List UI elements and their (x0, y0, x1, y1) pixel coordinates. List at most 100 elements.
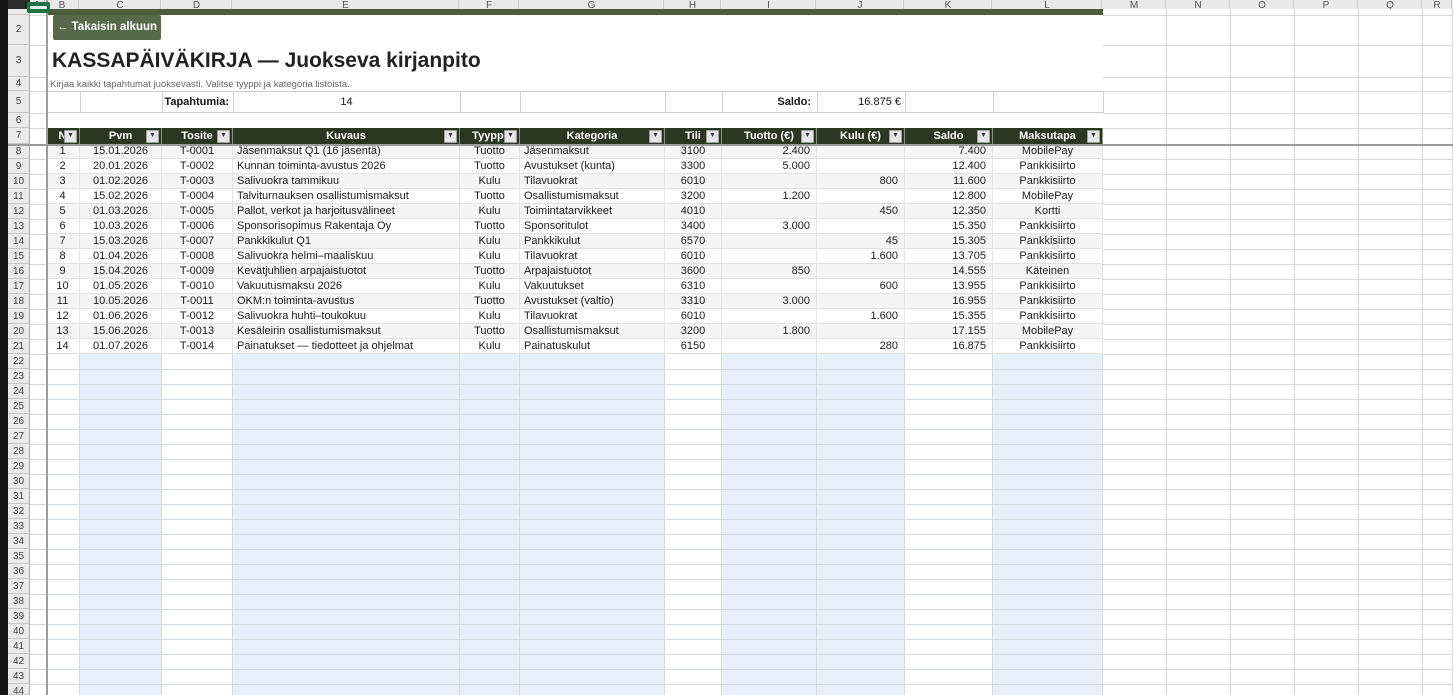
cell[interactable] (722, 249, 817, 264)
cell[interactable] (817, 264, 905, 279)
column-letter-I[interactable]: I (722, 0, 816, 9)
column-header-saldo[interactable]: Saldo▼ (905, 128, 993, 144)
cell[interactable]: 1.600 (817, 309, 905, 324)
cell[interactable]: Tuotto (460, 264, 520, 279)
row-header-6[interactable]: 6 (8, 113, 30, 128)
empty-cells-column-E[interactable] (233, 354, 460, 695)
cell[interactable]: 2 (46, 159, 80, 174)
filter-dropdown-icon[interactable]: ▼ (504, 130, 517, 143)
cell[interactable]: 6010 (665, 249, 722, 264)
row-header-37[interactable]: 37 (8, 579, 30, 594)
cell[interactable]: Kunnan toiminta-avustus 2026 (233, 159, 460, 174)
filter-dropdown-icon[interactable]: ▼ (217, 130, 230, 143)
cell[interactable]: T-0001 (162, 144, 233, 159)
cell[interactable]: 01.04.2026 (80, 249, 162, 264)
cell[interactable]: 4 (46, 189, 80, 204)
cell[interactable]: 850 (722, 264, 817, 279)
summary-cell-K[interactable] (905, 91, 994, 113)
column-letter-L[interactable]: L (993, 0, 1102, 9)
column-letter-J[interactable]: J (817, 0, 904, 9)
cell[interactable]: T-0009 (162, 264, 233, 279)
cell[interactable]: Käteinen (993, 264, 1103, 279)
cell[interactable]: Kulu (460, 279, 520, 294)
row-header-11[interactable]: 11 (8, 189, 30, 204)
cell[interactable]: T-0004 (162, 189, 233, 204)
cell[interactable]: MobilePay (993, 324, 1103, 339)
row-header-12[interactable]: 12 (8, 204, 30, 219)
cell[interactable]: T-0006 (162, 219, 233, 234)
cell[interactable]: Pankkisiirto (993, 234, 1103, 249)
cell[interactable]: Sponsoritulot (520, 219, 665, 234)
cell[interactable]: 13.955 (905, 279, 993, 294)
row-header-18[interactable]: 18 (8, 294, 30, 309)
column-letter-O[interactable]: O (1231, 0, 1294, 9)
cell[interactable]: 15.01.2026 (80, 144, 162, 159)
cell[interactable]: 3200 (665, 189, 722, 204)
cell[interactable]: 1.600 (817, 249, 905, 264)
column-letter-Q[interactable]: Q (1359, 0, 1422, 9)
cell[interactable]: Salivuokra tammikuu (233, 174, 460, 189)
filter-dropdown-icon[interactable]: ▼ (801, 130, 814, 143)
empty-cells-column-D[interactable] (162, 354, 233, 695)
row-header-32[interactable]: 32 (8, 504, 30, 519)
cell[interactable] (817, 324, 905, 339)
cell[interactable]: T-0011 (162, 294, 233, 309)
empty-column-Q[interactable] (1359, 9, 1423, 695)
summary-cell-L[interactable] (993, 91, 1104, 113)
row-header-20[interactable]: 20 (8, 324, 30, 339)
cell[interactable]: 6010 (665, 309, 722, 324)
cell[interactable]: Tuotto (460, 219, 520, 234)
empty-cells-column-C[interactable] (80, 354, 162, 695)
empty-cells-column-J[interactable] (817, 354, 905, 695)
row-header-14[interactable]: 14 (8, 234, 30, 249)
cell[interactable]: 12.400 (905, 159, 993, 174)
column-header-kategoria[interactable]: Kategoria▼ (520, 128, 665, 144)
row-header-10[interactable]: 10 (8, 174, 30, 189)
column-header-pvm[interactable]: Pvm▼ (80, 128, 162, 144)
column-header-tyyppi[interactable]: Tyyppi▼ (460, 128, 520, 144)
cell[interactable]: 10.03.2026 (80, 219, 162, 234)
column-letter-B[interactable]: B (46, 0, 79, 9)
filter-dropdown-icon[interactable]: ▼ (1087, 130, 1100, 143)
row-header-25[interactable]: 25 (8, 399, 30, 414)
cell[interactable]: Kulu (460, 309, 520, 324)
cell[interactable]: 13 (46, 324, 80, 339)
cell[interactable]: Avustukset (valtio) (520, 294, 665, 309)
column-header-tuotto[interactable]: Tuotto (€)▼ (722, 128, 817, 144)
column-header-tosite[interactable]: Tosite▼ (162, 128, 233, 144)
row-header-30[interactable]: 30 (8, 474, 30, 489)
cell[interactable]: 1.200 (722, 189, 817, 204)
row-header-24[interactable]: 24 (8, 384, 30, 399)
row-header-4[interactable]: 4 (8, 77, 30, 91)
empty-column-P[interactable] (1295, 9, 1359, 695)
cell[interactable]: 15.02.2026 (80, 189, 162, 204)
cell[interactable]: Tilavuokrat (520, 249, 665, 264)
filter-dropdown-icon[interactable]: ▼ (889, 130, 902, 143)
cell[interactable] (722, 234, 817, 249)
cell[interactable]: Salivuokra huhti–toukokuu (233, 309, 460, 324)
cell[interactable] (722, 279, 817, 294)
cell[interactable]: Sponsorisopimus Rakentaja Oy (233, 219, 460, 234)
column-letter-D[interactable]: D (162, 0, 232, 9)
cell[interactable]: 3310 (665, 294, 722, 309)
cell[interactable]: Pankkikulut Q1 (233, 234, 460, 249)
cell[interactable]: 15.06.2026 (80, 324, 162, 339)
cell[interactable]: 3400 (665, 219, 722, 234)
row-header-44[interactable]: 44 (8, 684, 30, 695)
cell[interactable]: Kesäleirin osallistumismaksut (233, 324, 460, 339)
row-header-5[interactable]: 5 (8, 91, 30, 113)
row-header-2[interactable]: 2 (8, 15, 30, 45)
cell[interactable]: T-0010 (162, 279, 233, 294)
transactions-value[interactable]: 14 (233, 91, 460, 113)
cell[interactable]: Arpajaistuotot (520, 264, 665, 279)
cell[interactable]: Jäsenmaksut Q1 (16 jäsentä) (233, 144, 460, 159)
cell[interactable]: 15.03.2026 (80, 234, 162, 249)
cell[interactable]: 7 (46, 234, 80, 249)
empty-cells-column-H[interactable] (665, 354, 722, 695)
cell[interactable]: 6570 (665, 234, 722, 249)
cell[interactable] (722, 339, 817, 354)
cell[interactable]: 3200 (665, 324, 722, 339)
filter-dropdown-icon[interactable]: ▼ (977, 130, 990, 143)
cell[interactable] (817, 294, 905, 309)
cell[interactable]: Tuotto (460, 159, 520, 174)
